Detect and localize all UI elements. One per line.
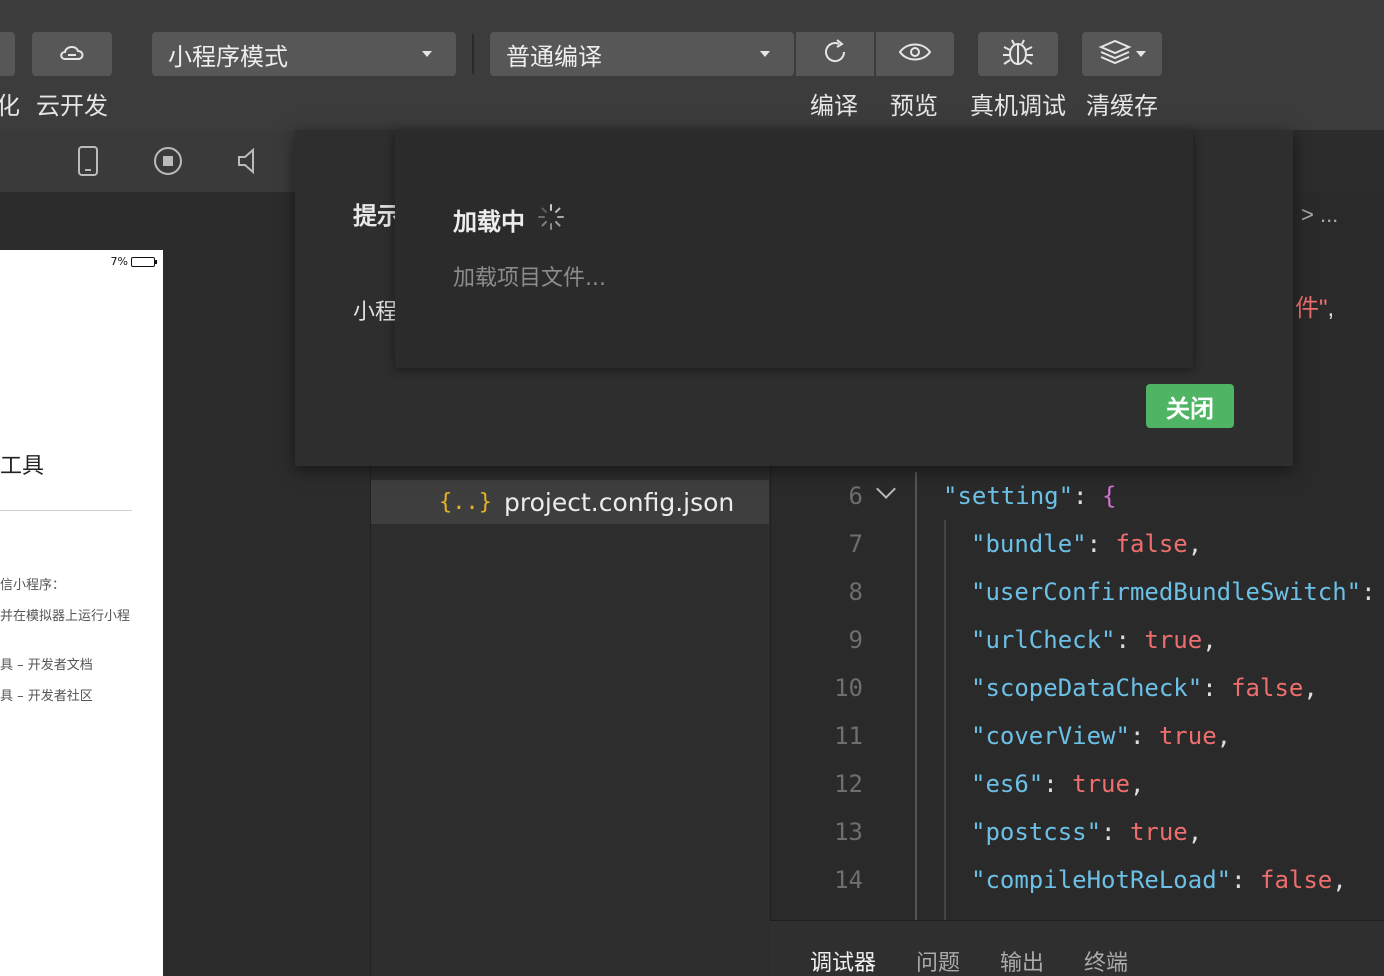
visualize-button[interactable] <box>0 32 15 76</box>
code-line: "compileHotReLoad": false, <box>971 866 1347 894</box>
close-button[interactable]: 关闭 <box>1146 384 1234 428</box>
layers-icon <box>1098 39 1132 69</box>
tab-problems[interactable]: 问题 <box>916 945 960 976</box>
code-line: "userConfirmedBundleSwitch": <box>971 578 1376 606</box>
json-key: "coverView" <box>971 722 1130 750</box>
tab-terminal[interactable]: 终端 <box>1084 945 1128 976</box>
battery-icon <box>131 256 157 267</box>
code-line: "setting": { <box>943 482 1117 510</box>
tab-debugger[interactable]: 调试器 <box>810 945 876 976</box>
code-line: "bundle": false, <box>971 530 1203 558</box>
code-line: "es6": true, <box>971 770 1145 798</box>
file-name: project.config.json <box>503 487 735 517</box>
json-value: true <box>1129 818 1188 846</box>
community-link[interactable]: 具 – 开发者社区 <box>0 685 93 704</box>
code-line: "postcss": true, <box>971 818 1203 846</box>
loading-dialog: 加载中 加载项目文件... <box>395 130 1193 368</box>
code-line: "scopeDataCheck": false, <box>971 674 1318 702</box>
loading-title: 加载中 <box>453 208 525 236</box>
stop-icon[interactable] <box>153 146 183 176</box>
cloud-dev-label: 云开发 <box>36 92 108 120</box>
json-value: true <box>1158 722 1217 750</box>
tab-output[interactable]: 输出 <box>1000 945 1044 976</box>
battery-percent: 7% <box>110 255 128 268</box>
json-key: "bundle" <box>971 530 1087 558</box>
clear-cache-button[interactable] <box>1082 32 1162 76</box>
cloud-dev-button[interactable] <box>32 32 112 76</box>
code-fragment: 件", <box>1295 288 1334 323</box>
visualize-label: 化 <box>0 92 20 120</box>
dialog-body: 小程 <box>353 300 398 325</box>
doc-link[interactable]: 具 – 开发者文档 <box>0 654 93 673</box>
line-number: 11 <box>834 722 863 750</box>
comma: , <box>1327 295 1335 322</box>
eye-icon <box>898 41 932 67</box>
spinner-icon <box>537 203 565 237</box>
mode-select-value: 小程序模式 <box>168 42 288 71</box>
loading-subtitle: 加载项目文件... <box>453 266 606 291</box>
breadcrumb-tail: > ... <box>1301 202 1339 227</box>
line-number: 14 <box>834 866 863 894</box>
status-bar: 7% <box>110 255 157 268</box>
json-key: "postcss" <box>971 818 1102 846</box>
chevron-down-icon <box>1136 51 1146 57</box>
json-value: false <box>1260 866 1333 894</box>
preview-label: 预览 <box>890 92 938 120</box>
chevron-down-icon <box>422 51 432 57</box>
compile-button[interactable] <box>796 32 874 76</box>
clear-cache-label: 清缓存 <box>1086 92 1158 120</box>
loading-title-row: 加载中 <box>453 202 565 237</box>
content-line: 信小程序： <box>0 578 66 593</box>
json-value: false <box>1231 674 1304 702</box>
json-key: "es6" <box>971 770 1044 798</box>
json-value: true <box>1144 626 1203 654</box>
json-key: "urlCheck" <box>971 626 1116 654</box>
toolbar-divider <box>472 34 474 74</box>
compile-label: 编译 <box>810 92 858 120</box>
dialog-title: 提示 <box>353 202 401 230</box>
remote-debug-button[interactable] <box>978 32 1058 76</box>
json-key: "userConfirmedBundleSwitch" <box>971 578 1362 606</box>
chevron-down-icon[interactable] <box>876 479 896 499</box>
tree-item-project-config[interactable]: {..} project.config.json <box>371 480 769 524</box>
content-line: 并在模拟器上运行小程 <box>0 609 131 624</box>
line-number: 13 <box>834 818 863 846</box>
main-toolbar: 化 云开发 小程序模式 普通编译 编译 预览 真机调试 清缓存 <box>0 0 1384 130</box>
json-key: "setting" <box>943 482 1074 510</box>
simulator-toolbar <box>0 130 295 192</box>
line-number: 12 <box>834 770 863 798</box>
volume-icon[interactable] <box>233 146 263 176</box>
bug-icon <box>1001 37 1035 71</box>
compile-mode-select[interactable]: 普通编译 <box>490 32 794 76</box>
file-tree: {..} project.config.json <box>370 466 770 976</box>
indent-guide <box>944 520 946 920</box>
json-key: "scopeDataCheck" <box>971 674 1203 702</box>
simulator-phone-screen: 7% 工具 信小程序： 并在模拟器上运行小程 具 – 开发者文档 具 – 开发者… <box>0 250 163 976</box>
code-line: "urlCheck": true, <box>971 626 1217 654</box>
string-fragment: 件" <box>1295 295 1328 322</box>
json-key: "compileHotReLoad" <box>971 866 1232 894</box>
page-title: 工具 <box>0 454 45 479</box>
chevron-down-icon <box>760 51 770 57</box>
json-file-icon: {..} <box>439 489 492 515</box>
json-value: true <box>1072 770 1130 798</box>
json-value: false <box>1115 530 1188 558</box>
gutter-guide <box>915 472 917 920</box>
line-number: 10 <box>834 674 863 702</box>
line-number: 6 <box>848 482 863 510</box>
line-number: 9 <box>848 626 863 654</box>
code-line: "coverView": true, <box>971 722 1232 750</box>
json-brace: { <box>1101 482 1117 510</box>
refresh-icon <box>820 37 850 71</box>
cloud-icon <box>57 41 87 67</box>
remote-debug-label: 真机调试 <box>970 92 1066 120</box>
compile-select-value: 普通编译 <box>506 42 602 71</box>
debug-panel-tabs: 调试器 问题 输出 终端 <box>770 920 1384 976</box>
mode-select[interactable]: 小程序模式 <box>152 32 456 76</box>
divider <box>0 510 132 511</box>
preview-button[interactable] <box>876 32 954 76</box>
phone-icon[interactable] <box>73 146 103 176</box>
line-number: 8 <box>848 578 863 606</box>
line-number: 7 <box>848 530 863 558</box>
